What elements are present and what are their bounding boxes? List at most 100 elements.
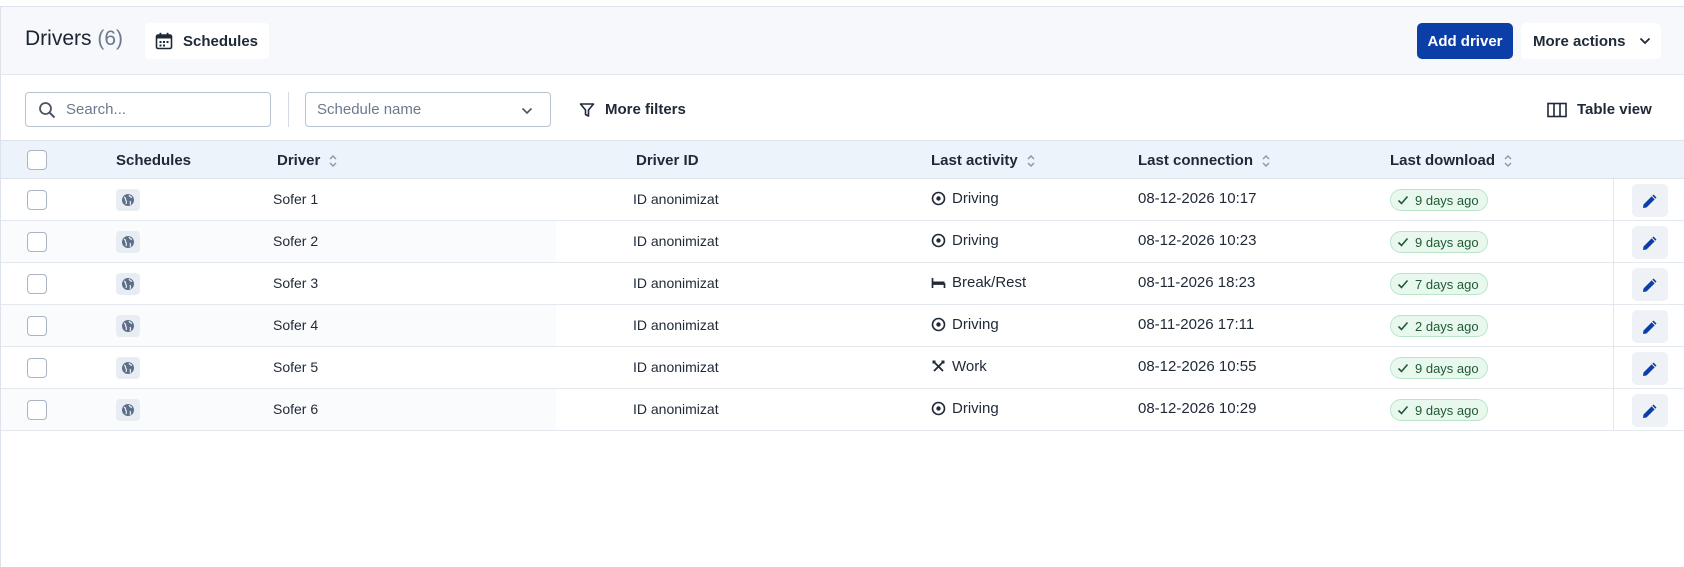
table-row[interactable]: Sofer 1 ID anonimizat Driving 08-12-2026 10… [1,179,1684,221]
column-header-schedules: Schedules [116,152,191,169]
download-label: 9 days ago [1415,360,1479,376]
chevron-down-icon [521,107,533,115]
schedule-name-select[interactable]: Schedule name [305,92,551,127]
column-label: Driver ID [636,152,699,169]
add-driver-button[interactable]: Add driver [1417,23,1513,59]
edit-button[interactable] [1632,394,1668,427]
last-connection: 08-11-2026 18:23 [1138,274,1256,291]
more-filters-label: More filters [605,101,686,118]
table-view-label: Table view [1577,101,1652,118]
edit-cell [1613,263,1684,304]
sort-icon [329,154,337,167]
column-header-last-download[interactable]: Last download [1390,152,1513,169]
driving-icon [931,191,946,206]
driver-id: ID anonimizat [633,317,719,333]
page-title-text: Drivers [25,27,92,50]
column-header-last-connection[interactable]: Last connection [1138,152,1271,169]
schedule-globe[interactable] [116,189,140,211]
row-checkbox[interactable] [27,190,47,210]
column-header-last-activity[interactable]: Last activity [931,152,1036,169]
pencil-icon [1643,404,1657,418]
edit-button[interactable] [1632,310,1668,343]
select-all-checkbox[interactable] [27,150,47,170]
check-icon [1397,363,1409,373]
edit-cell [1613,221,1684,262]
search-icon [39,101,56,118]
column-header-driver[interactable]: Driver [277,152,338,169]
row-checkbox[interactable] [27,316,47,336]
page-header: Drivers (6) Schedules Add driver More ac… [1,7,1684,75]
globe-icon [122,194,134,206]
edit-button[interactable] [1632,352,1668,385]
schedule-globe[interactable] [116,315,140,337]
globe-icon [122,362,134,374]
last-activity: Work [931,358,987,375]
drivers-panel: Drivers (6) Schedules Add driver More ac… [0,6,1684,567]
check-icon [1397,237,1409,247]
last-connection: 08-11-2026 17:11 [1138,316,1255,333]
schedule-globe[interactable] [116,399,140,421]
driver-name[interactable]: Sofer 2 [273,233,318,249]
download-label: 2 days ago [1415,318,1479,334]
globe-icon [122,320,134,332]
table-row[interactable]: Sofer 2 ID anonimizat Driving 08-12-2026 10… [1,221,1684,263]
check-icon [1397,195,1409,205]
activity-label: Driving [952,232,999,249]
driver-id: ID anonimizat [633,359,719,375]
driver-name[interactable]: Sofer 3 [273,275,318,291]
last-connection: 08-12-2026 10:23 [1138,232,1257,249]
edit-button[interactable] [1632,268,1668,301]
edit-cell [1613,389,1684,430]
page-title: Drivers (6) [25,27,123,51]
table-view-button[interactable]: Table view [1547,92,1652,127]
more-actions-button[interactable]: More actions [1521,23,1661,59]
schedule-globe[interactable] [116,273,140,295]
driver-name[interactable]: Sofer 6 [273,401,318,417]
more-filters-button[interactable]: More filters [579,92,686,127]
download-label: 7 days ago [1415,276,1479,292]
edit-button[interactable] [1632,226,1668,259]
last-activity: Driving [931,232,999,249]
download-label: 9 days ago [1415,192,1479,208]
download-label: 9 days ago [1415,402,1479,418]
search-input[interactable]: Search... [25,92,271,127]
schedule-globe[interactable] [116,231,140,253]
driving-icon [931,317,946,332]
column-label: Driver [277,152,321,169]
driver-name[interactable]: Sofer 1 [273,191,318,207]
row-checkbox[interactable] [27,274,47,294]
table-row[interactable]: Sofer 6 ID anonimizat Driving 08-12-2026 10… [1,389,1684,431]
last-activity: Driving [931,190,999,207]
last-connection: 08-12-2026 10:55 [1138,358,1257,375]
edit-button[interactable] [1632,184,1668,217]
sort-icon [1504,154,1512,167]
column-label: Schedules [116,152,192,169]
check-icon [1397,405,1409,415]
last-download-badge: 7 days ago [1390,273,1488,295]
globe-icon [122,278,134,290]
driver-id: ID anonimizat [633,275,719,291]
driver-name[interactable]: Sofer 4 [273,317,318,333]
columns-icon [1547,102,1567,117]
last-download-badge: 9 days ago [1390,399,1488,421]
last-download-badge: 2 days ago [1390,315,1488,337]
driving-icon [931,401,946,416]
table-row[interactable]: Sofer 3 ID anonimizat Break/Rest 08-11-2026… [1,263,1684,305]
schedule-globe[interactable] [116,357,140,379]
activity-label: Driving [952,316,999,333]
column-header-driver-id: Driver ID [636,152,699,169]
search-placeholder: Search... [66,101,127,118]
driver-name[interactable]: Sofer 5 [273,359,318,375]
filter-divider [288,92,289,127]
table-row[interactable]: Sofer 5 ID anonimizat Work 08-12-2026 10:55… [1,347,1684,389]
pencil-icon [1643,278,1657,292]
last-connection: 08-12-2026 10:17 [1138,190,1257,207]
row-checkbox[interactable] [27,400,47,420]
row-checkbox[interactable] [27,232,47,252]
pencil-icon [1643,236,1657,250]
table-row[interactable]: Sofer 4 ID anonimizat Driving 08-11-2026 17… [1,305,1684,347]
row-checkbox[interactable] [27,358,47,378]
schedules-button[interactable]: Schedules [145,23,269,59]
globe-icon [122,404,134,416]
filter-bar: Search... Schedule name More filters Tab… [1,76,1684,140]
